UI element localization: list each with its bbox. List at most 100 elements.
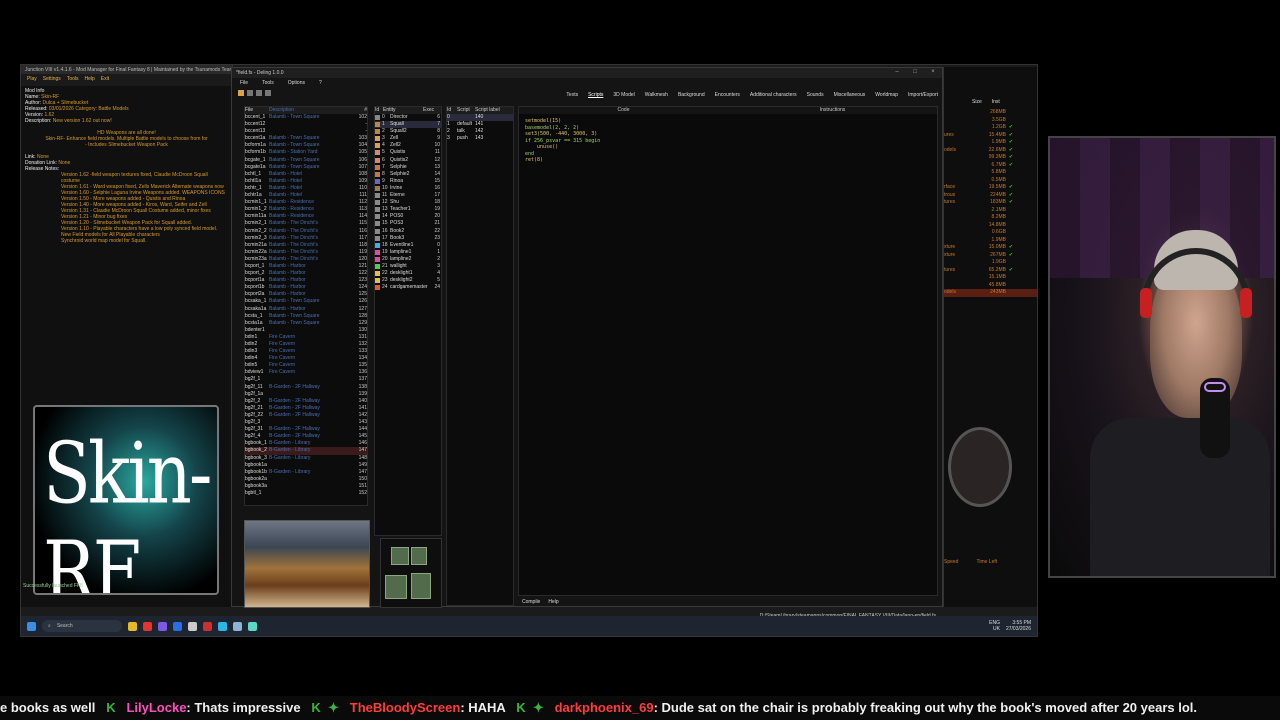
tab-walkmesh[interactable]: Walkmesh [645, 92, 668, 98]
entity-row[interactable]: 12 Shu 18 [375, 199, 441, 206]
catalog-row[interactable]: tures 183MB ✔ [944, 199, 1037, 207]
entity-row[interactable]: 17 Book3 23 [375, 235, 441, 242]
col-size[interactable]: Size [972, 99, 982, 105]
file-row[interactable]: bchtl1a Balamb - Hotel 109 [245, 178, 367, 185]
help-button[interactable]: Help [548, 599, 558, 605]
file-row[interactable]: bg2f_3 143 [245, 419, 367, 426]
file-row[interactable]: bcmin2_1 Balamb - The Dincht's 115 [245, 220, 367, 227]
code-editor[interactable]: Code Instructions setmodel(15) basemodel(… [518, 106, 938, 596]
menu-settings[interactable]: Settings [43, 76, 61, 84]
file-row[interactable]: bdin5 Fire Cavern 135 [245, 362, 367, 369]
file-row[interactable]: bgbook_1 B-Garden - Library 146 [245, 440, 367, 447]
tab-background[interactable]: Background [678, 92, 705, 98]
catalog-row[interactable]: 14.8MB [944, 222, 1037, 230]
tab-import-export[interactable]: Import/Export [908, 92, 938, 98]
file-row[interactable]: bdin1 Fire Cavern 131 [245, 334, 367, 341]
entity-row[interactable]: 14 POS0 20 [375, 213, 441, 220]
menu-options[interactable]: Options [288, 80, 305, 86]
script-list[interactable]: Id Script Script label 0 140 1 default 141 2 t… [446, 106, 514, 606]
entity-row[interactable]: 6 Quistis2 12 [375, 157, 441, 164]
catalog-row[interactable]: trous 224MB ✔ [944, 192, 1037, 200]
file-row[interactable]: bcmin1_2 Balamb - Residence 113 [245, 206, 367, 213]
entity-row[interactable]: 2 Squall2 8 [375, 128, 441, 135]
file-row[interactable]: bdview1 Fire Cavern 136 [245, 369, 367, 376]
file-row[interactable]: bgbook3a 151 [245, 483, 367, 490]
entity-row[interactable]: 1 Squall 7 [375, 121, 441, 129]
catalog-row[interactable]: 0.6GB [944, 229, 1037, 237]
file-row[interactable]: bcsta1a Balamb - Town Square 129 [245, 320, 367, 327]
file-row[interactable]: bgbook_2 B-Garden - Library 147 [245, 447, 367, 455]
tab-3d-model[interactable]: 3D Model [613, 92, 634, 98]
entity-row[interactable]: 4 Zell2 10 [375, 142, 441, 149]
minimize-button[interactable]: – [888, 69, 906, 77]
file-row[interactable]: bdin2 Fire Cavern 132 [245, 341, 367, 348]
col-script-id[interactable]: Id [447, 107, 457, 114]
file-row[interactable]: bg2f_22 B-Garden - 2F Hallway 142 [245, 412, 367, 419]
entity-row[interactable]: 18 Eventline1 0 [375, 242, 441, 249]
file-row[interactable]: bcmin2_3 Balamb - The Dincht's 117 [245, 235, 367, 242]
media-icon[interactable] [203, 621, 212, 631]
file-row[interactable]: bcform1b Balamb - Station Yard 105 [245, 149, 367, 156]
file-row[interactable]: bdin3 Fire Cavern 133 [245, 348, 367, 355]
menu-tools[interactable]: Tools [262, 80, 274, 86]
catalog-row[interactable]: 268MB [944, 109, 1037, 117]
file-row[interactable]: bcsaka1a Balamb - Harbor 127 [245, 306, 367, 313]
col-exec[interactable]: Exec [423, 107, 434, 114]
file-row[interactable]: bcport2a Balamb - Harbor 125 [245, 291, 367, 298]
entity-row[interactable]: 7 Selphie 13 [375, 164, 441, 171]
obs-icon[interactable] [188, 621, 197, 631]
maximize-button[interactable]: □ [906, 69, 924, 77]
entity-row[interactable]: 20 lampline2 2 [375, 256, 441, 263]
taskbar-search[interactable]: ⌕ Search [42, 620, 122, 632]
system-tray[interactable]: ENG UK 3:55 PM 27/03/2026 [989, 620, 1031, 632]
steam-icon[interactable] [173, 621, 182, 631]
file-row[interactable]: bcform1a Balamb - Town Square 104 [245, 142, 367, 149]
close-button[interactable]: × [924, 69, 942, 77]
file-row[interactable]: bchtr1a Balamb - Hotel 111 [245, 192, 367, 199]
menu-about[interactable]: ? [319, 80, 322, 86]
catalog-row[interactable]: 99.3MB ✔ [944, 154, 1037, 162]
tab-worldmap[interactable]: Worldmap [875, 92, 898, 98]
file-list[interactable]: File Description # bccent_1 Balamb - Town… [244, 106, 368, 506]
tab-encounters[interactable]: Encounters [715, 92, 740, 98]
file-row[interactable]: bcport1b Balamb - Harbor 124 [245, 284, 367, 291]
entity-row[interactable]: 24 cardgamemaster 24 [375, 284, 441, 291]
tab-sounds[interactable]: Sounds [807, 92, 824, 98]
catalog-row[interactable]: tures 65.2MB ✔ [944, 267, 1037, 275]
file-row[interactable]: bchtr_1 Balamb - Hotel 110 [245, 185, 367, 192]
entity-row[interactable]: 23 desklight2 5 [375, 277, 441, 284]
catalog-row[interactable]: 1.2GB ✔ [944, 124, 1037, 132]
catalog-row[interactable]: 3.5GB [944, 117, 1037, 125]
explorer-icon[interactable] [128, 621, 137, 631]
catalog-row[interactable]: 0.5MB [944, 177, 1037, 185]
col-entity[interactable]: Entity [383, 107, 423, 114]
app-icon[interactable] [143, 621, 152, 631]
catalog-row[interactable]: ures 15.4MB ✔ [944, 132, 1037, 140]
script-row[interactable]: 1 default 141 [447, 121, 513, 128]
settings-icon[interactable] [233, 621, 242, 631]
catalog-row[interactable]: 1.9MB ✔ [944, 139, 1037, 147]
file-row[interactable]: bg2f_1 137 [245, 376, 367, 383]
entity-row[interactable]: 8 Selphie2 14 [375, 171, 441, 178]
catalog-row[interactable]: 1.9GB [944, 259, 1037, 267]
file-row[interactable]: bgbook1b B-Garden - Library 147 [245, 469, 367, 476]
tab-texts[interactable]: Texts [566, 92, 578, 98]
catalog-row[interactable]: 6.7MB ✔ [944, 162, 1037, 170]
col-script-label[interactable]: Script label [475, 107, 513, 114]
catalog-row[interactable]: xture 267MB ✔ [944, 252, 1037, 260]
file-row[interactable]: bcmin11a Balamb - Residence 114 [245, 213, 367, 220]
file-row[interactable]: bcmin22a Balamb - The Dincht's 119 [245, 249, 367, 256]
file-row[interactable]: bdenter1 130 [245, 327, 367, 334]
entity-list[interactable]: Id Entity Exec 0 Director 6 1 Squall 7 2 Squall… [374, 106, 442, 536]
menu-help[interactable]: Help [85, 76, 95, 84]
file-row[interactable]: bg2f_2 B-Garden - 2F Hallway 140 [245, 398, 367, 405]
file-row[interactable]: bgbook_3 B-Garden - Library 148 [245, 455, 367, 462]
entity-row[interactable]: 21 wallight 3 [375, 263, 441, 270]
browser-icon[interactable] [218, 621, 227, 631]
file-row[interactable]: bchtl_1 Balamb - Hotel 108 [245, 171, 367, 178]
file-row[interactable]: bcport_2 Balamb - Harbor 122 [245, 270, 367, 277]
code-line[interactable]: ret(8) [525, 157, 931, 164]
col-script[interactable]: Script [457, 107, 475, 114]
file-row[interactable]: bg2f_11 B-Garden - 2F Hallway 138 [245, 384, 367, 391]
catalog-row[interactable]: 15.1MB [944, 274, 1037, 282]
